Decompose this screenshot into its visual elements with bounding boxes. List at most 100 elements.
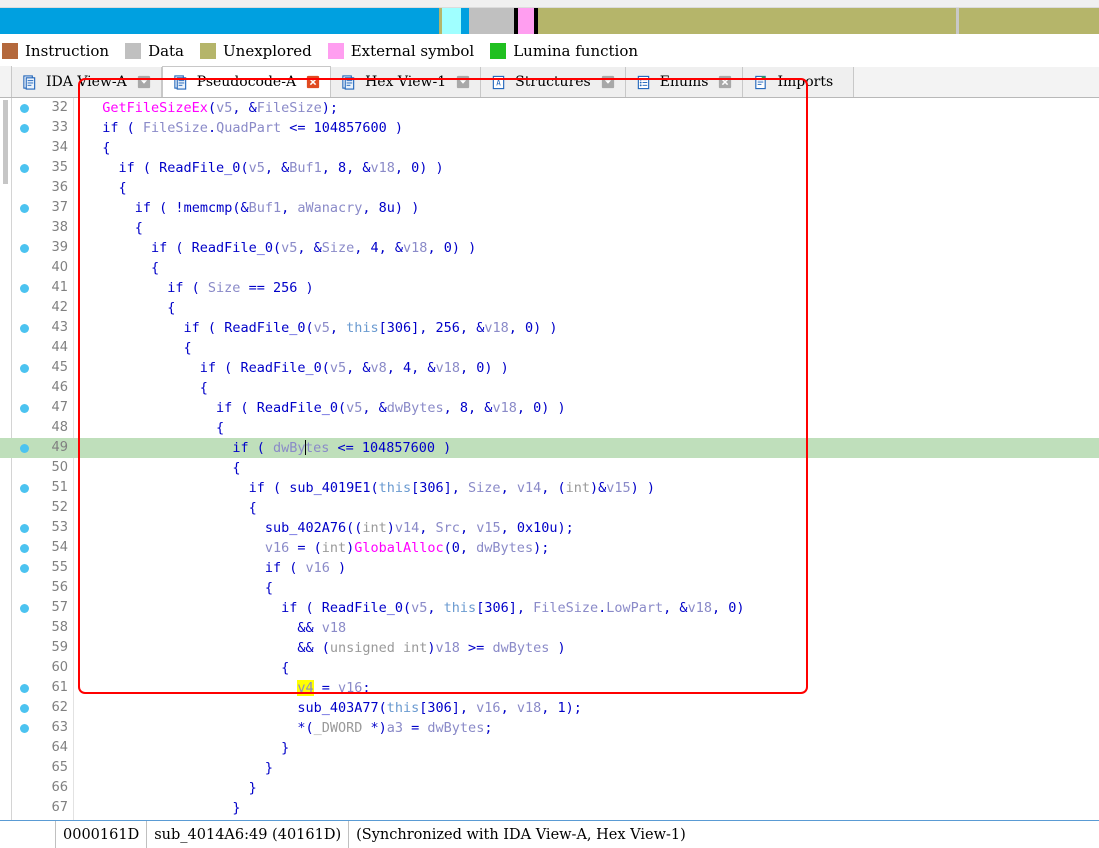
code-line[interactable]: 57 if ( ReadFile_0(v5, this[306], FileSi… [0,598,1099,618]
code-text[interactable]: { [86,138,110,158]
navigator-segment[interactable] [227,8,439,34]
code-text[interactable]: sub_403A77(this[306], v16, v18, 1); [86,698,582,718]
code-line[interactable]: 64 } [0,738,1099,758]
code-text[interactable]: { [86,218,143,238]
code-text[interactable]: *(_DWORD *)a3 = dwBytes; [86,718,492,738]
code-text[interactable]: && v18 [86,618,346,638]
code-line[interactable]: 61 v4 = v16; [0,678,1099,698]
code-line[interactable]: 59 && (unsigned int)v18 >= dwBytes ) [0,638,1099,658]
code-line[interactable]: 45 if ( ReadFile_0(v5, &v8, 4, &v18, 0) … [0,358,1099,378]
code-text[interactable]: if ( ReadFile_0(v5, &dwBytes, 8, &v18, 0… [86,398,566,418]
tab-menu-chevron-icon[interactable] [137,75,151,89]
view-tab-bar[interactable]: IDA View-A Pseudocode-A Hex View-1 A Structu… [0,66,1099,98]
code-text[interactable]: { [86,418,224,438]
pseudocode-editor[interactable]: 32 GetFileSizeEx(v5, &FileSize); 33 if ( … [0,98,1099,820]
code-line[interactable]: 43 if ( ReadFile_0(v5, this[306], 256, &… [0,318,1099,338]
code-text[interactable]: } [86,798,240,818]
navigator-segment[interactable] [518,8,534,34]
line-marker-dot-icon[interactable] [20,564,29,573]
line-marker-dot-icon[interactable] [20,404,29,413]
navigator-segment[interactable] [35,8,107,34]
code-line[interactable]: 37 if ( !memcmp(&Buf1, aWanacry, 8u) ) [0,198,1099,218]
code-text[interactable]: { [86,578,273,598]
code-line[interactable]: 54 v16 = (int)GlobalAlloc(0, dwBytes); [0,538,1099,558]
line-marker-dot-icon[interactable] [20,324,29,333]
tab-imports[interactable]: Imports [743,67,855,97]
line-marker-dot-icon[interactable] [20,244,29,253]
code-line[interactable]: 36 { [0,178,1099,198]
code-line[interactable]: 66 } [0,778,1099,798]
navigator-band-container[interactable] [0,8,1099,34]
code-line[interactable]: 67 } [0,798,1099,818]
navigator-segment[interactable] [461,8,469,34]
tab-pseudocode-a[interactable]: Pseudocode-A [161,66,332,97]
code-text[interactable]: if ( dwBytes <= 104857600 ) [86,438,451,458]
code-text[interactable]: if ( !memcmp(&Buf1, aWanacry, 8u) ) [86,198,420,218]
code-line[interactable]: 51 if ( sub_4019E1(this[306], Size, v14,… [0,478,1099,498]
navigator-segment[interactable] [107,8,227,34]
code-text[interactable]: } [86,738,289,758]
code-text[interactable]: { [86,338,192,358]
code-line[interactable]: 42 { [0,298,1099,318]
line-marker-dot-icon[interactable] [20,204,29,213]
navigator-segment[interactable] [442,8,461,34]
code-text[interactable]: if ( v16 ) [86,558,346,578]
code-line[interactable]: 40 { [0,258,1099,278]
tab-hex-view-1[interactable]: Hex View-1 [331,67,482,97]
code-line[interactable]: 33 if ( FileSize.QuadPart <= 104857600 ) [0,118,1099,138]
code-text[interactable]: if ( Size == 256 ) [86,278,313,298]
code-text[interactable]: v16 = (int)GlobalAlloc(0, dwBytes); [86,538,550,558]
code-line[interactable]: 32 GetFileSizeEx(v5, &FileSize); [0,98,1099,118]
code-text[interactable]: } [86,758,273,778]
code-line[interactable]: 47 if ( ReadFile_0(v5, &dwBytes, 8, &v18… [0,398,1099,418]
code-text[interactable]: } [86,778,257,798]
code-text[interactable]: if ( sub_4019E1(this[306], Size, v14, (i… [86,478,655,498]
navigator-segment[interactable] [538,8,956,34]
code-line[interactable]: 48 { [0,418,1099,438]
code-text[interactable]: { [86,178,127,198]
code-text[interactable]: if ( ReadFile_0(v5, &Size, 4, &v18, 0) ) [86,238,476,258]
line-marker-dot-icon[interactable] [20,364,29,373]
code-text[interactable]: if ( ReadFile_0(v5, this[306], 256, &v18… [86,318,558,338]
line-marker-dot-icon[interactable] [20,524,29,533]
line-marker-dot-icon[interactable] [20,124,29,133]
code-text[interactable]: v4 = v16; [86,678,371,698]
code-text[interactable]: if ( ReadFile_0(v5, &v8, 4, &v18, 0) ) [86,358,509,378]
line-marker-dot-icon[interactable] [20,684,29,693]
code-text[interactable]: sub_402A76((int)v14, Src, v15, 0x10u); [86,518,574,538]
line-marker-dot-icon[interactable] [20,104,29,113]
code-line[interactable]: 65 } [0,758,1099,778]
line-marker-dot-icon[interactable] [20,444,29,453]
tab-menu-chevron-icon[interactable] [456,75,470,89]
code-line[interactable]: 35 if ( ReadFile_0(v5, &Buf1, 8, &v18, 0… [0,158,1099,178]
navigator-segment[interactable] [469,8,514,34]
tab-enums[interactable]: Enums [625,67,744,97]
code-line[interactable]: 50 { [0,458,1099,478]
line-marker-dot-icon[interactable] [20,704,29,713]
code-line[interactable]: 63 *(_DWORD *)a3 = dwBytes; [0,718,1099,738]
code-line[interactable]: 62 sub_403A77(this[306], v16, v18, 1); [0,698,1099,718]
code-text[interactable]: if ( ReadFile_0(v5, &Buf1, 8, &v18, 0) ) [86,158,444,178]
code-line[interactable]: 46 { [0,378,1099,398]
line-marker-dot-icon[interactable] [20,544,29,553]
code-line[interactable]: 55 if ( v16 ) [0,558,1099,578]
line-marker-dot-icon[interactable] [20,284,29,293]
code-line[interactable]: 34 { [0,138,1099,158]
code-line[interactable]: 49 if ( dwBytes <= 104857600 ) [0,438,1099,458]
code-text[interactable]: { [86,658,289,678]
navigator-segment[interactable] [959,8,1099,34]
code-line[interactable]: 53 sub_402A76((int)v14, Src, v15, 0x10u)… [0,518,1099,538]
code-line-list[interactable]: 32 GetFileSizeEx(v5, &FileSize); 33 if ( … [0,98,1099,818]
code-text[interactable]: { [86,458,240,478]
code-text[interactable]: && (unsigned int)v18 >= dwBytes ) [86,638,565,658]
code-line[interactable]: 58 && v18 [0,618,1099,638]
code-text[interactable]: if ( FileSize.QuadPart <= 104857600 ) [86,118,403,138]
tab-ida-view-a[interactable]: IDA View-A [12,67,162,97]
code-line[interactable]: 52 { [0,498,1099,518]
navigator-band[interactable] [0,8,1099,34]
line-marker-dot-icon[interactable] [20,484,29,493]
tab-close-icon[interactable] [718,75,732,89]
code-text[interactable]: { [86,298,175,318]
line-marker-dot-icon[interactable] [20,604,29,613]
code-text[interactable]: { [86,498,257,518]
